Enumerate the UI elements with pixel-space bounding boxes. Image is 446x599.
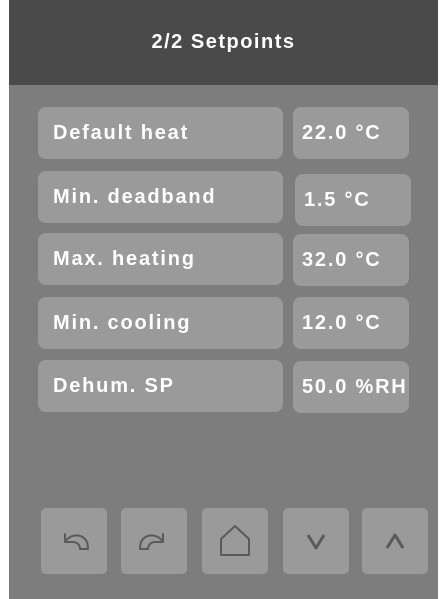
setpoint-label-text: Default heat xyxy=(53,121,190,144)
thermostat-screen: 2/2 Setpoints Default heat 22.0 °C Min. … xyxy=(9,0,438,599)
scroll-down-button[interactable] xyxy=(283,508,349,574)
undo-button[interactable] xyxy=(41,508,107,574)
chevron-up-icon xyxy=(385,533,405,549)
setpoint-value-text: 12.0 °C xyxy=(302,311,382,334)
page-title: 2/2 Setpoints xyxy=(151,31,296,53)
setpoint-value-min-deadband[interactable]: 1.5 °C xyxy=(295,174,411,226)
setpoint-value-default-heat[interactable]: 22.0 °C xyxy=(293,107,409,159)
setpoint-label-min-deadband[interactable]: Min. deadband xyxy=(38,171,283,223)
header-bar: 2/2 Setpoints xyxy=(9,0,438,85)
setpoint-label-text: Dehum. SP xyxy=(53,374,175,397)
setpoint-value-min-cooling[interactable]: 12.0 °C xyxy=(293,297,409,349)
setpoint-value-text: 50.0 %RH xyxy=(302,375,408,398)
redo-button[interactable] xyxy=(121,508,187,574)
setpoint-value-dehum-sp[interactable]: 50.0 %RH xyxy=(293,361,409,413)
chevron-down-icon xyxy=(306,534,326,550)
setpoint-value-text: 32.0 °C xyxy=(302,248,382,271)
setpoint-label-text: Min. cooling xyxy=(53,311,192,334)
home-button[interactable] xyxy=(202,508,268,574)
setpoint-label-text: Min. deadband xyxy=(53,185,217,208)
setpoint-label-text: Max. heating xyxy=(53,247,196,270)
setpoint-label-min-cooling[interactable]: Min. cooling xyxy=(38,297,283,349)
home-icon xyxy=(220,525,250,556)
setpoint-label-default-heat[interactable]: Default heat xyxy=(38,107,283,159)
setpoint-value-max-heating[interactable]: 32.0 °C xyxy=(293,234,409,286)
setpoint-label-dehum-sp[interactable]: Dehum. SP xyxy=(38,360,283,412)
setpoint-value-text: 22.0 °C xyxy=(302,121,382,144)
undo-arrow-icon xyxy=(64,533,89,550)
redo-arrow-icon xyxy=(139,533,164,550)
setpoint-label-max-heating[interactable]: Max. heating xyxy=(38,233,283,285)
scroll-up-button[interactable] xyxy=(362,508,428,574)
setpoint-value-text: 1.5 °C xyxy=(304,188,371,211)
